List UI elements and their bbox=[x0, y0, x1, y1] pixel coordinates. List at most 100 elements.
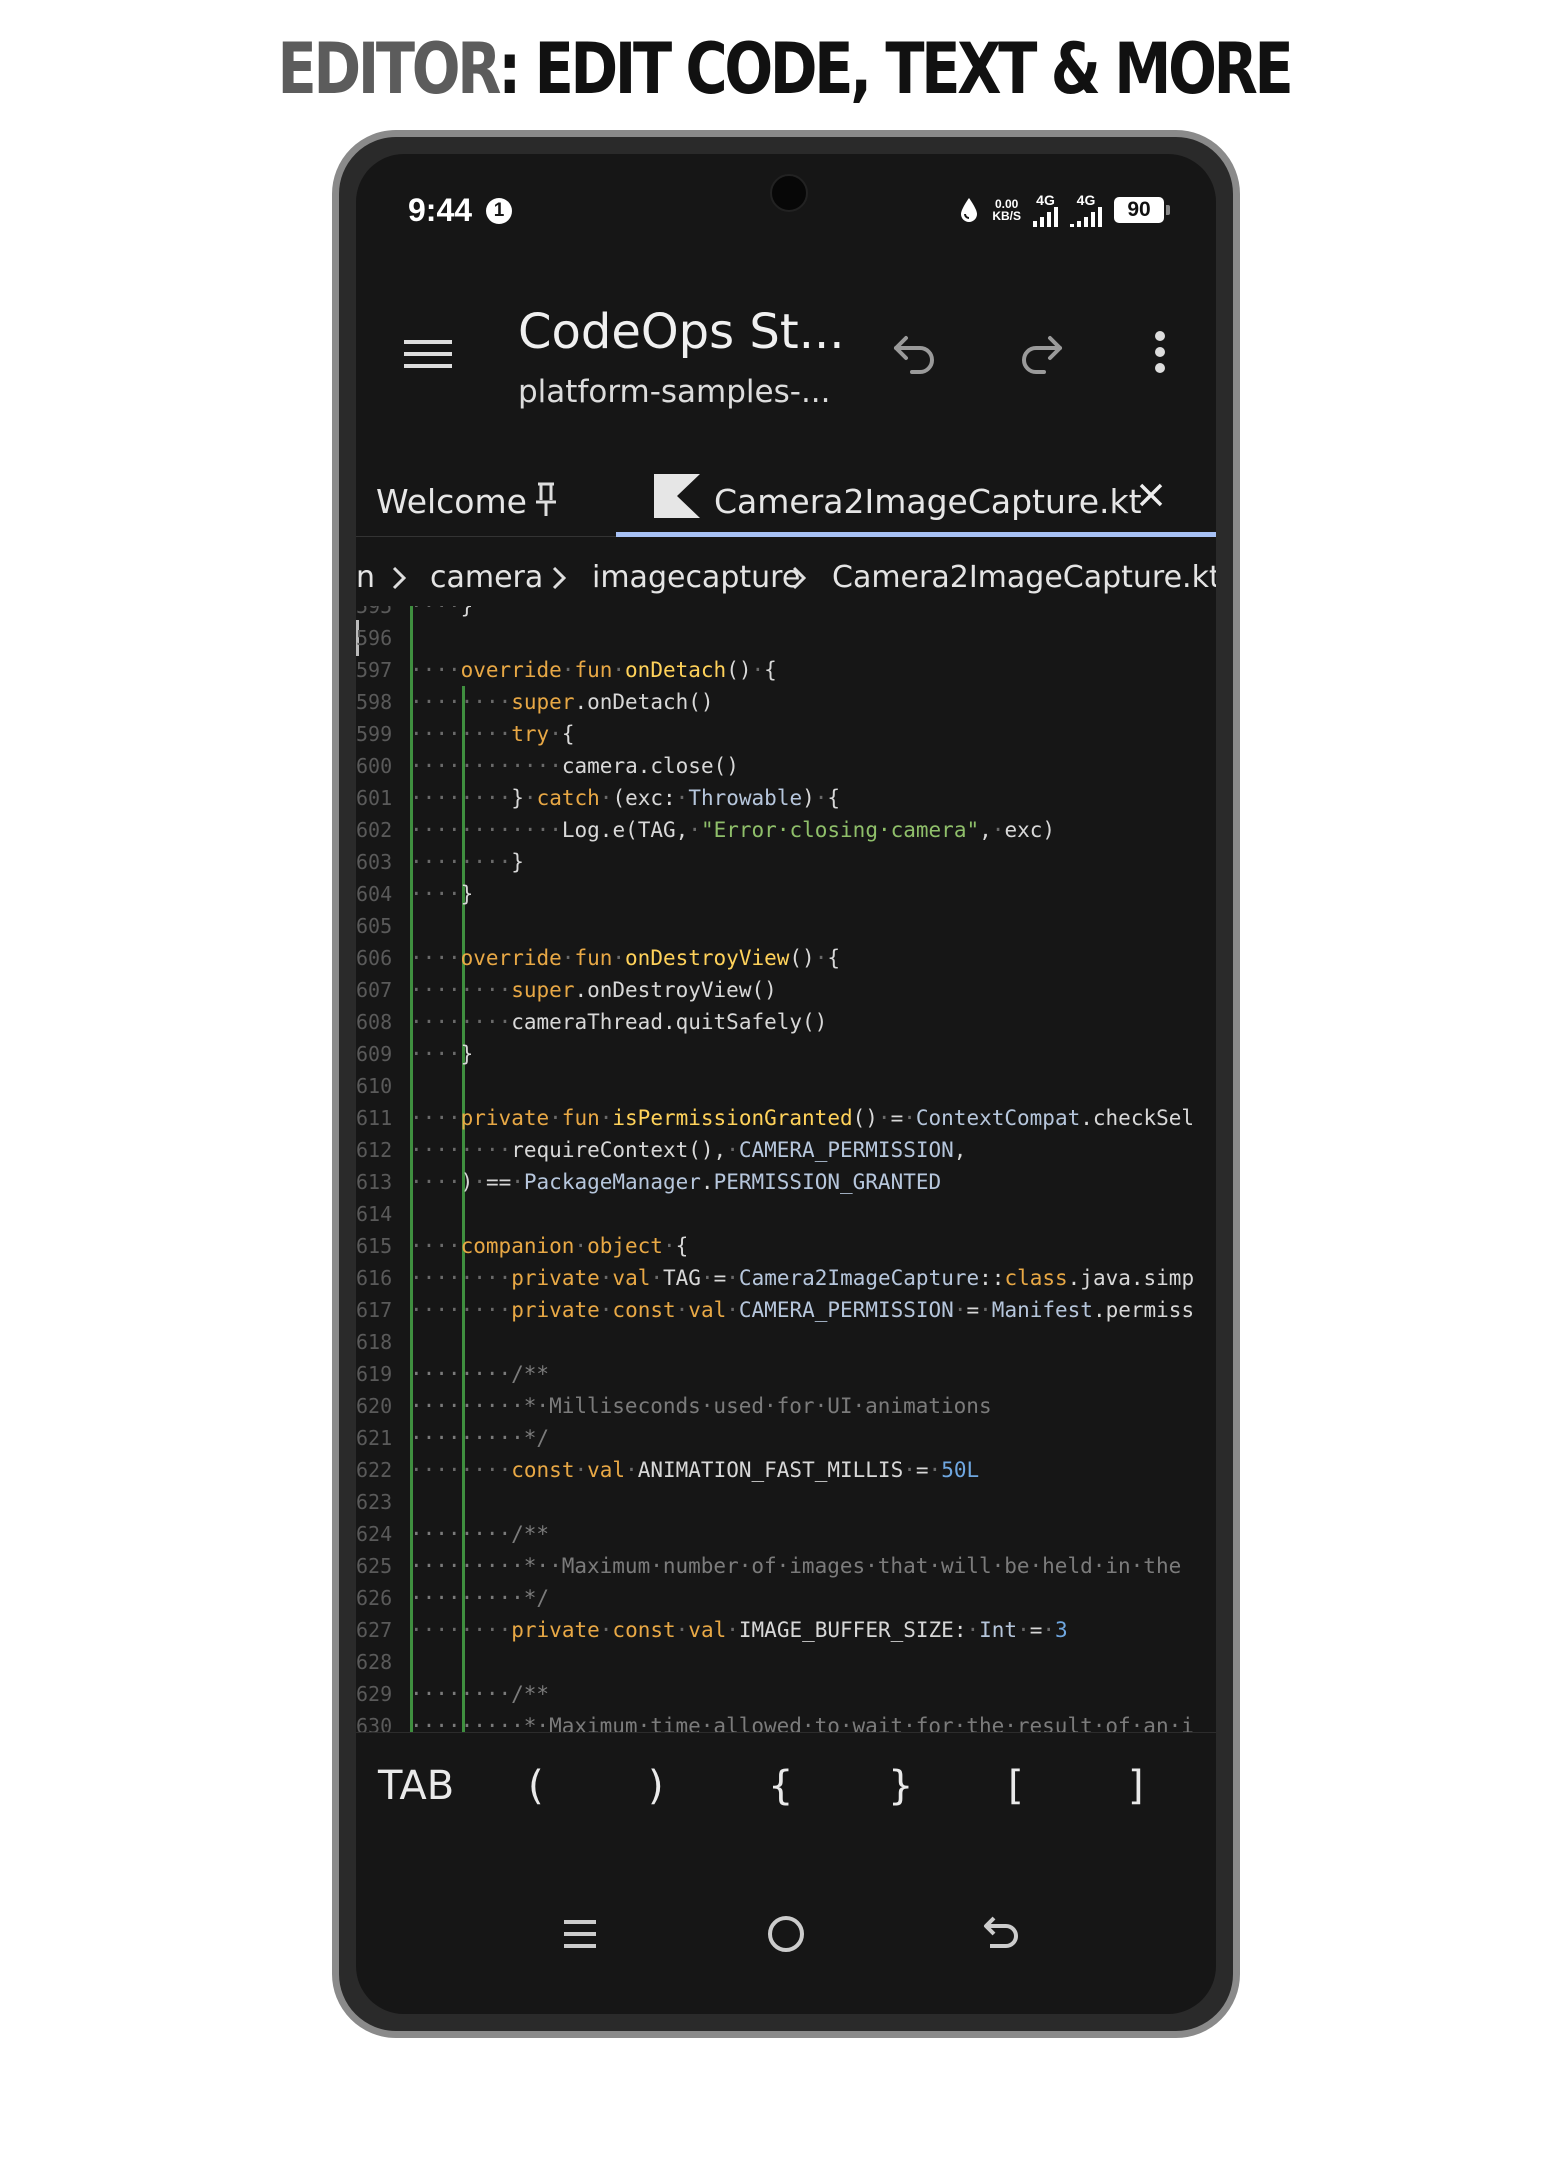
key-close-brace[interactable]: } bbox=[888, 1763, 913, 1809]
code-line[interactable]: 610 bbox=[356, 1070, 1216, 1102]
tab-welcome-label: Welcome bbox=[376, 482, 527, 521]
home-circle-icon[interactable] bbox=[756, 1904, 816, 1964]
project-title: CodeOps St... bbox=[518, 304, 845, 360]
code-line[interactable]: 599 ········try·{ bbox=[356, 718, 1216, 750]
code-line[interactable]: 615 ····companion·object·{ bbox=[356, 1230, 1216, 1262]
breadcrumb-item[interactable]: imagecapture bbox=[592, 560, 800, 595]
code-line[interactable]: 629 ········/** bbox=[356, 1678, 1216, 1710]
code-line[interactable]: 600 ············camera.close() bbox=[356, 750, 1216, 782]
undo-icon[interactable] bbox=[884, 322, 944, 382]
code-line[interactable]: 613 ····)·==·PackageManager.PERMISSION_GR… bbox=[356, 1166, 1216, 1198]
code-line[interactable]: 628 bbox=[356, 1646, 1216, 1678]
code-line[interactable]: 617 ········private·const·val·CAMERA_PERM… bbox=[356, 1294, 1216, 1326]
line-number: 606 bbox=[356, 946, 393, 970]
breadcrumb-item[interactable]: n bbox=[356, 560, 375, 595]
more-options-icon[interactable] bbox=[1130, 322, 1190, 382]
code-line[interactable]: 618 bbox=[356, 1326, 1216, 1358]
line-number: 613 bbox=[356, 1170, 393, 1194]
code-editor[interactable]: 595 ····} 596 597 ····override·fun·onDetach(… bbox=[356, 606, 1216, 1732]
line-number: 597 bbox=[356, 658, 393, 682]
recents-menu-icon[interactable] bbox=[550, 1904, 610, 1964]
code-line[interactable]: 616 ········private·val·TAG·=·Camera2Imag… bbox=[356, 1262, 1216, 1294]
code-line[interactable]: 622 ········const·val·ANIMATION_FAST_MILL… bbox=[356, 1454, 1216, 1486]
line-number: 616 bbox=[356, 1266, 393, 1290]
line-code: ········} bbox=[410, 850, 524, 874]
line-code: ·········*·Milliseconds·used·for·UI·anim… bbox=[410, 1394, 992, 1418]
line-number: 623 bbox=[356, 1490, 393, 1514]
net-speed-unit: KB/S bbox=[992, 209, 1021, 223]
key-tab[interactable]: TAB bbox=[378, 1763, 454, 1809]
code-line[interactable]: 623 bbox=[356, 1486, 1216, 1518]
code-line[interactable]: 607 ········super.onDestroyView() bbox=[356, 974, 1216, 1006]
code-line[interactable]: 619 ········/** bbox=[356, 1358, 1216, 1390]
phone-screen: 9:44 1 0.00 KB/S 4G 4G 90 CodeOps St... p… bbox=[356, 154, 1216, 2014]
code-line[interactable]: 596 bbox=[356, 622, 1216, 654]
line-code: ············Log.e(TAG,·"Error·closing·ca… bbox=[410, 818, 1056, 842]
code-line[interactable]: 624 ········/** bbox=[356, 1518, 1216, 1550]
code-line[interactable]: 601 ········}·catch·(exc:·Throwable)·{ bbox=[356, 782, 1216, 814]
line-number: 624 bbox=[356, 1522, 393, 1546]
line-code: ····private·fun·isPermissionGranted()·=·… bbox=[410, 1106, 1195, 1130]
line-code: ·········*/ bbox=[410, 1426, 550, 1450]
line-number: 618 bbox=[356, 1330, 393, 1354]
promo-headline: EDITOR: EDIT CODE, TEXT & MORE bbox=[141, 28, 1427, 110]
code-line[interactable]: 603 ········} bbox=[356, 846, 1216, 878]
code-line[interactable]: 598 ········super.onDetach() bbox=[356, 686, 1216, 718]
line-number: 629 bbox=[356, 1682, 393, 1706]
line-number: 620 bbox=[356, 1394, 393, 1418]
breadcrumb-item[interactable]: camera bbox=[430, 560, 543, 595]
code-line[interactable]: 626 ·········*/ bbox=[356, 1582, 1216, 1614]
battery-icon: 90 bbox=[1114, 197, 1170, 223]
code-line[interactable]: 595 ····} bbox=[356, 606, 1216, 622]
pin-icon[interactable] bbox=[532, 480, 560, 520]
code-line[interactable]: 604 ····} bbox=[356, 878, 1216, 910]
line-number: 605 bbox=[356, 914, 393, 938]
line-number: 621 bbox=[356, 1426, 393, 1450]
key-open-bracket[interactable]: [ bbox=[1008, 1763, 1024, 1809]
tab-camera2imagecapture[interactable]: Camera2ImageCapture.kt bbox=[616, 450, 1216, 542]
code-line[interactable]: 630 ·········*·Maximum·time·allowed·to·wa… bbox=[356, 1710, 1216, 1732]
code-line[interactable]: 614 bbox=[356, 1198, 1216, 1230]
code-line[interactable]: 608 ········cameraThread.quitSafely() bbox=[356, 1006, 1216, 1038]
hamburger-menu-icon[interactable] bbox=[400, 326, 456, 382]
headline-rest: : EDIT CODE, TEXT & MORE bbox=[498, 28, 1294, 110]
back-arrow-icon[interactable] bbox=[972, 1904, 1032, 1964]
line-code: ········super.onDestroyView() bbox=[410, 978, 777, 1002]
line-code: ············camera.close() bbox=[410, 754, 739, 778]
line-number: 609 bbox=[356, 1042, 393, 1066]
sim1-signal-icon: 4G bbox=[1033, 193, 1058, 227]
close-tab-icon[interactable] bbox=[1136, 480, 1166, 510]
line-code: ····override·fun·onDestroyView()·{ bbox=[410, 946, 841, 970]
code-line[interactable]: 611 ····private·fun·isPermissionGranted()… bbox=[356, 1102, 1216, 1134]
code-line[interactable]: 602 ············Log.e(TAG,·"Error·closing… bbox=[356, 814, 1216, 846]
line-number: 595 bbox=[356, 606, 393, 618]
code-line[interactable]: 612 ········requireContext(),·CAMERA_PERM… bbox=[356, 1134, 1216, 1166]
sim1-label: 4G bbox=[1036, 192, 1055, 208]
code-line[interactable]: 597 ····override·fun·onDetach()·{ bbox=[356, 654, 1216, 686]
breadcrumb-item[interactable]: Camera2ImageCapture.kt bbox=[832, 560, 1216, 595]
line-code: ········private·val·TAG·=·Camera2ImageCa… bbox=[410, 1266, 1195, 1290]
code-line[interactable]: 627 ········private·const·val·IMAGE_BUFFE… bbox=[356, 1614, 1216, 1646]
status-time: 9:44 bbox=[408, 192, 473, 228]
file-tabs: Welcome Camera2ImageCapture.kt bbox=[356, 450, 1216, 656]
code-line[interactable]: 625 ·········*··Maximum·number·of·images·… bbox=[356, 1550, 1216, 1582]
line-code: ·········*/ bbox=[410, 1586, 550, 1610]
line-number: 600 bbox=[356, 754, 393, 778]
line-number: 615 bbox=[356, 1234, 393, 1258]
code-line[interactable]: 605 bbox=[356, 910, 1216, 942]
redo-icon[interactable] bbox=[1012, 322, 1072, 382]
code-line[interactable]: 606 ····override·fun·onDestroyView()·{ bbox=[356, 942, 1216, 974]
project-subtitle: platform-samples-... bbox=[518, 374, 831, 410]
key-close-bracket[interactable]: ] bbox=[1128, 1763, 1144, 1809]
line-number: 608 bbox=[356, 1010, 393, 1034]
code-line[interactable]: 609 ····} bbox=[356, 1038, 1216, 1070]
active-tab-indicator bbox=[616, 532, 1216, 537]
code-line[interactable]: 621 ·········*/ bbox=[356, 1422, 1216, 1454]
tab-welcome[interactable]: Welcome bbox=[356, 450, 616, 542]
key-open-paren[interactable]: ( bbox=[528, 1763, 544, 1809]
key-close-paren[interactable]: ) bbox=[648, 1763, 664, 1809]
key-open-brace[interactable]: { bbox=[768, 1763, 793, 1809]
line-number: 619 bbox=[356, 1362, 393, 1386]
line-number: 622 bbox=[356, 1458, 393, 1482]
code-line[interactable]: 620 ·········*·Milliseconds·used·for·UI·a… bbox=[356, 1390, 1216, 1422]
